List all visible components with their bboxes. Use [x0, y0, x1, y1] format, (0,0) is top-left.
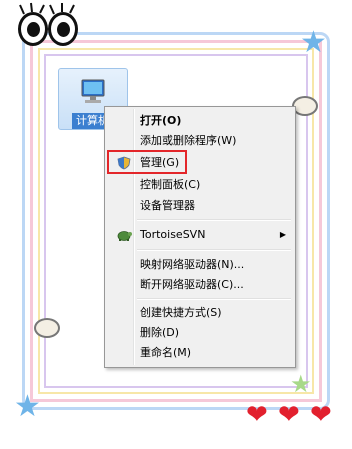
context-menu: 打开(O) 添加或删除程序(W) 管理(G) 控制面板(C) 设备管理器 Tor… — [104, 106, 296, 368]
eyelashes-icon — [19, 2, 75, 15]
highlight-box-manage — [107, 150, 187, 174]
menu-item-delete[interactable]: 删除(D) — [108, 323, 292, 343]
menu-item-open[interactable]: 打开(O) — [108, 111, 292, 131]
cloud-sticker-icon — [34, 318, 60, 338]
tortoise-icon — [117, 231, 132, 241]
submenu-arrow-icon: ▶ — [279, 230, 286, 239]
computer-icon — [81, 79, 105, 103]
menu-item-add-remove-programs[interactable]: 添加或删除程序(W) — [108, 131, 292, 151]
menu-item-disconnect-network-drive[interactable]: 断开网络驱动器(C)... — [108, 275, 292, 295]
star-icon: ★ — [300, 25, 327, 60]
menu-item-create-shortcut[interactable]: 创建快捷方式(S) — [108, 303, 292, 323]
menu-item-tortoisesvn[interactable]: TortoiseSVN ▶ — [108, 225, 292, 245]
heart-icon: ❤ — [246, 400, 268, 430]
star-icon: ★ — [14, 389, 41, 424]
menu-separator — [137, 298, 291, 300]
star-icon: ★ — [290, 370, 312, 398]
menu-item-tortoisesvn-label: TortoiseSVN — [140, 228, 206, 241]
menu-separator — [137, 219, 291, 221]
menu-item-control-panel[interactable]: 控制面板(C) — [108, 175, 292, 195]
cartoon-eye-left-icon — [18, 12, 48, 46]
cartoon-eye-right-icon — [48, 12, 78, 46]
menu-separator — [137, 249, 291, 251]
heart-icon: ❤ — [310, 400, 332, 430]
heart-icon: ❤ — [278, 400, 300, 430]
menu-item-rename[interactable]: 重命名(M) — [108, 343, 292, 363]
menu-item-map-network-drive[interactable]: 映射网络驱动器(N)... — [108, 255, 292, 275]
menu-item-device-manager[interactable]: 设备管理器 — [108, 196, 292, 216]
